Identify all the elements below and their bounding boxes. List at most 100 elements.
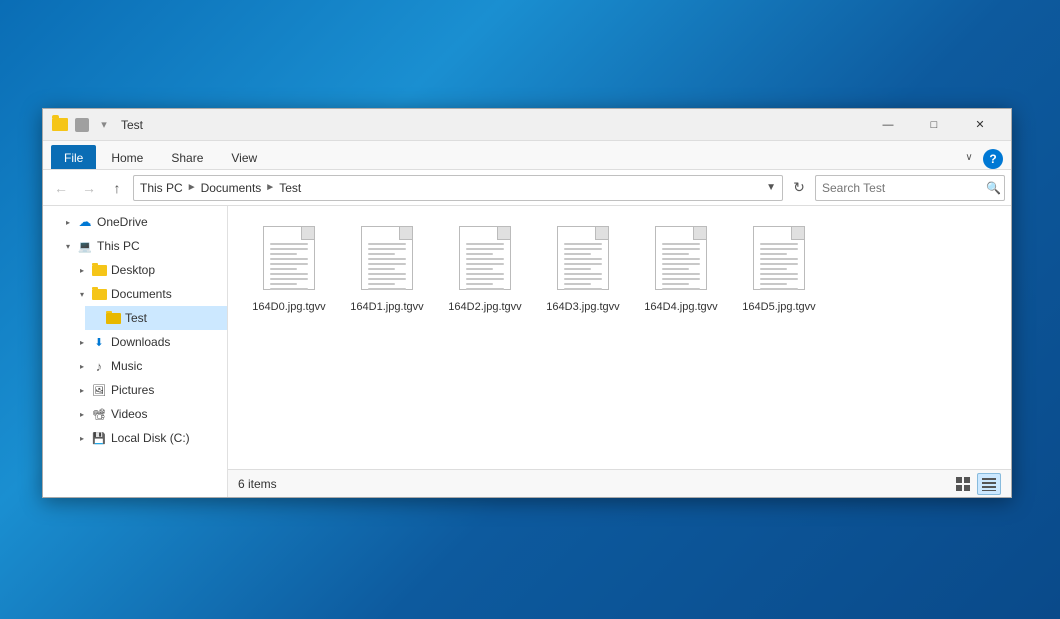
line: [270, 283, 297, 285]
line: [760, 248, 798, 250]
music-icon: [91, 358, 107, 374]
file-name-1: 164D1.jpg.tgvv: [350, 300, 423, 314]
sidebar-label-desktop: Desktop: [111, 263, 155, 277]
file-lines-2: [466, 243, 504, 290]
sidebar-item-onedrive[interactable]: OneDrive: [57, 210, 227, 234]
chevron-videos: [75, 407, 89, 421]
window-controls: — □ ✕: [865, 109, 1003, 141]
file-item-1[interactable]: 164D1.jpg.tgvv: [342, 222, 432, 318]
file-page-0: [263, 226, 315, 290]
tab-file[interactable]: File: [51, 145, 96, 169]
sidebar-item-desktop[interactable]: Desktop: [71, 258, 227, 282]
file-icon-5: [749, 226, 809, 296]
breadcrumb-thispc: This PC: [140, 181, 183, 195]
chevron-documents: [75, 287, 89, 301]
line: [368, 263, 406, 265]
help-button[interactable]: ?: [983, 149, 1003, 169]
file-item-0[interactable]: 164D0.jpg.tgvv: [244, 222, 334, 318]
up-button[interactable]: ↑: [105, 176, 129, 200]
sidebar-item-documents[interactable]: Documents: [71, 282, 227, 306]
tab-share[interactable]: Share: [158, 145, 216, 169]
breadcrumb-sep-2: ►: [265, 182, 275, 193]
line: [760, 288, 798, 290]
minimize-button[interactable]: —: [865, 109, 911, 141]
sidebar-item-test[interactable]: Test: [85, 306, 227, 330]
line: [466, 248, 504, 250]
line: [662, 268, 689, 270]
line: [564, 278, 602, 280]
line: [368, 248, 406, 250]
line: [368, 258, 406, 260]
line: [662, 263, 700, 265]
line: [466, 243, 504, 245]
search-box[interactable]: 🔍: [815, 175, 1005, 201]
chevron-thispc: [61, 239, 75, 253]
line: [270, 288, 308, 290]
sidebar-label-videos: Videos: [111, 407, 147, 421]
file-lines-0: [270, 243, 308, 290]
close-button[interactable]: ✕: [957, 109, 1003, 141]
search-icon[interactable]: 🔍: [983, 176, 1004, 200]
view-buttons: [951, 473, 1001, 495]
file-item-2[interactable]: 164D2.jpg.tgvv: [440, 222, 530, 318]
file-lines-4: [662, 243, 700, 290]
breadcrumb-documents: Documents: [201, 181, 262, 195]
breadcrumb-test: Test: [279, 181, 301, 195]
sidebar-item-local-disk[interactable]: Local Disk (C:): [71, 426, 227, 450]
forward-button[interactable]: →: [77, 176, 101, 200]
sidebar-item-videos[interactable]: Videos: [71, 402, 227, 426]
line: [760, 268, 787, 270]
folder-icon-title: [51, 116, 69, 134]
chevron-local-disk: [75, 431, 89, 445]
sidebar-item-music[interactable]: Music: [71, 354, 227, 378]
line: [564, 273, 602, 275]
line: [760, 253, 787, 255]
back-button[interactable]: ←: [49, 176, 73, 200]
line: [662, 283, 689, 285]
line: [270, 253, 297, 255]
file-item-3[interactable]: 164D3.jpg.tgvv: [538, 222, 628, 318]
line: [466, 263, 504, 265]
line: [564, 248, 602, 250]
list-view-button[interactable]: [977, 473, 1001, 495]
line: [466, 253, 493, 255]
line: [270, 263, 308, 265]
line: [662, 253, 689, 255]
pin-icon: [73, 116, 91, 134]
file-icon-1: [357, 226, 417, 296]
main-area: OneDrive 💻 This PC Desktop Documents: [43, 206, 1011, 497]
refresh-button[interactable]: ↻: [787, 176, 811, 200]
title-bar-icons: ▾: [51, 116, 113, 134]
sidebar-label-thispc: This PC: [97, 239, 140, 253]
maximize-button[interactable]: □: [911, 109, 957, 141]
file-item-5[interactable]: 164D5.jpg.tgvv: [734, 222, 824, 318]
line: [564, 258, 602, 260]
chevron-desktop: [75, 263, 89, 277]
grid-view-button[interactable]: [951, 473, 975, 495]
sidebar-item-downloads[interactable]: Downloads: [71, 330, 227, 354]
line: [270, 248, 308, 250]
address-bar[interactable]: This PC ► Documents ► Test ▼: [133, 175, 783, 201]
search-input[interactable]: [816, 181, 983, 195]
line: [662, 248, 700, 250]
file-item-4[interactable]: 164D4.jpg.tgvv: [636, 222, 726, 318]
tab-home[interactable]: Home: [98, 145, 156, 169]
cloud-icon: [77, 214, 93, 230]
line: [662, 273, 700, 275]
tab-view[interactable]: View: [218, 145, 270, 169]
file-name-4: 164D4.jpg.tgvv: [644, 300, 717, 314]
downloads-icon: [91, 334, 107, 350]
ribbon: File Home Share View ∨ ?: [43, 141, 1011, 170]
sidebar-item-this-pc[interactable]: 💻 This PC: [57, 234, 227, 258]
line: [760, 263, 798, 265]
address-dropdown-icon: ▼: [766, 182, 776, 193]
sidebar-label-test: Test: [125, 311, 147, 325]
ribbon-tabs: File Home Share View ∨ ?: [43, 141, 1011, 169]
ribbon-chevron[interactable]: ∨: [957, 145, 981, 169]
breadcrumb-sep-1: ►: [187, 182, 197, 193]
file-page-2: [459, 226, 511, 290]
sidebar-item-pictures[interactable]: Pictures: [71, 378, 227, 402]
line: [368, 243, 406, 245]
line: [368, 283, 395, 285]
line: [270, 268, 297, 270]
